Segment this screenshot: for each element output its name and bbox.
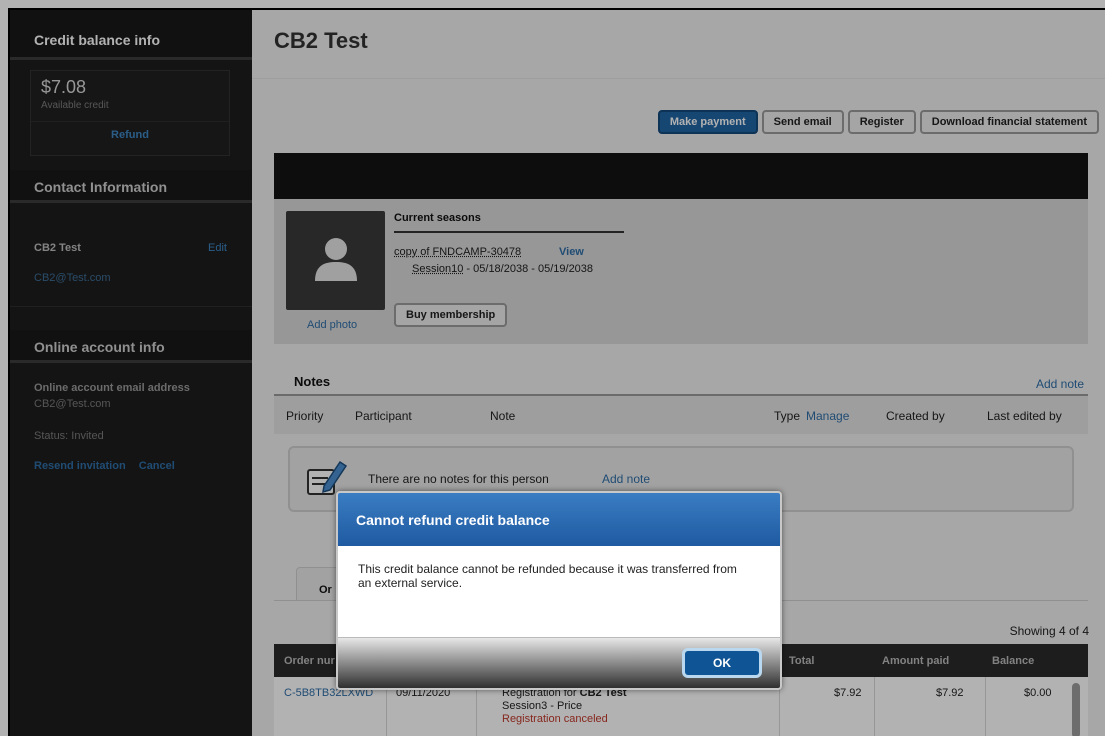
ok-button[interactable]: OK — [682, 648, 762, 678]
dialog-footer: OK — [338, 637, 780, 688]
refund-error-dialog: Cannot refund credit balance This credit… — [336, 491, 782, 690]
dialog-title: Cannot refund credit balance — [338, 493, 780, 546]
dialog-message: This credit balance cannot be refunded b… — [358, 562, 737, 590]
